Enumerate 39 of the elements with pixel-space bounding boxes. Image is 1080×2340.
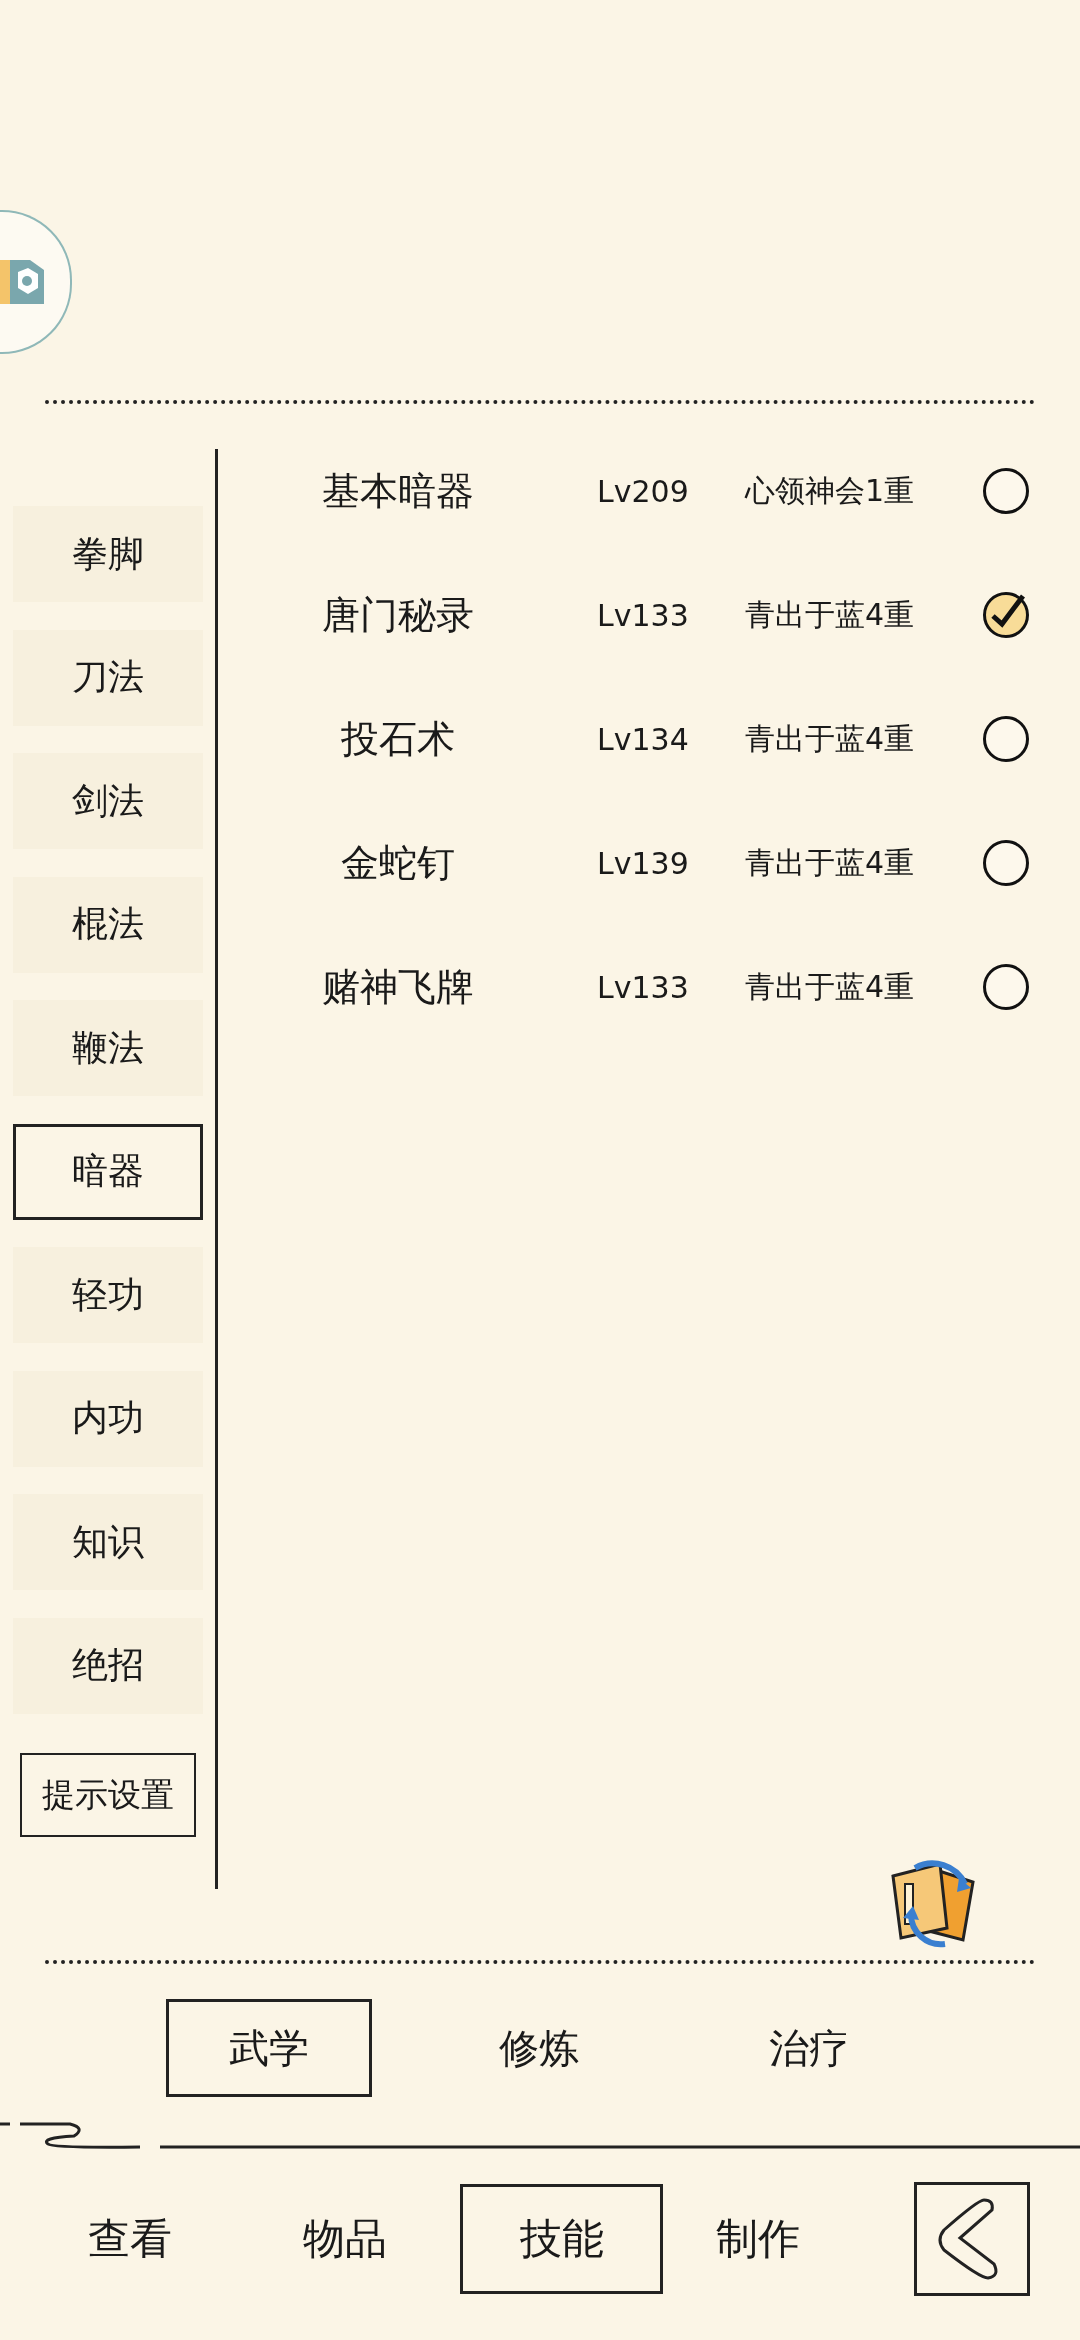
category-tab[interactable]: 鞭法 <box>12 1000 203 1096</box>
skill-name: 金蛇钉 <box>340 839 456 887</box>
skill-checkbox[interactable] <box>983 592 1029 638</box>
bottom-tab[interactable]: 技能 <box>460 2184 663 2294</box>
category-tab[interactable]: 内功 <box>12 1370 203 1467</box>
skill-checkbox[interactable] <box>983 840 1029 886</box>
skill-checkbox[interactable] <box>983 964 1029 1010</box>
skill-rank: 青出于蓝4重 <box>745 595 916 634</box>
skill-checkbox[interactable] <box>983 468 1029 514</box>
category-tab[interactable]: 拳脚 <box>12 506 203 602</box>
sub-tab[interactable]: 治疗 <box>706 1999 912 2097</box>
back-button[interactable] <box>914 2182 1030 2296</box>
sub-tab[interactable]: 修炼 <box>436 1999 642 2097</box>
category-tab[interactable]: 知识 <box>12 1494 203 1590</box>
skill-level: Lv133 <box>597 597 690 633</box>
category-tab[interactable]: 棍法 <box>12 876 203 973</box>
bottom-tab[interactable]: 查看 <box>35 2194 225 2284</box>
bottom-tab[interactable]: 物品 <box>250 2194 440 2284</box>
hint-settings-button[interactable]: 提示设置 <box>19 1753 196 1837</box>
category-tab[interactable]: 刀法 <box>12 629 203 726</box>
skill-name: 赌神飞牌 <box>321 963 475 1011</box>
category-tab[interactable]: 剑法 <box>12 753 203 849</box>
skill-level: Lv209 <box>597 473 690 509</box>
category-tab[interactable]: 暗器 <box>12 1123 203 1220</box>
skill-rank: 心领神会1重 <box>745 471 916 510</box>
skill-rank: 青出于蓝4重 <box>745 967 916 1006</box>
sub-tab[interactable]: 武学 <box>166 1999 372 2097</box>
bottom-tab[interactable]: 制作 <box>663 2194 853 2284</box>
skill-checkbox[interactable] <box>983 716 1029 762</box>
category-tab[interactable]: 绝招 <box>12 1617 203 1714</box>
skill-level: Lv139 <box>597 845 690 881</box>
skill-rank: 青出于蓝4重 <box>745 719 916 758</box>
category-tab[interactable]: 轻功 <box>12 1247 203 1343</box>
skill-level: Lv134 <box>597 721 690 757</box>
skill-rank: 青出于蓝4重 <box>745 843 916 882</box>
skill-name: 基本暗器 <box>321 467 475 515</box>
skill-name: 唐门秘录 <box>321 591 475 639</box>
skill-level: Lv133 <box>597 969 690 1005</box>
skill-name: 投石术 <box>340 715 456 763</box>
